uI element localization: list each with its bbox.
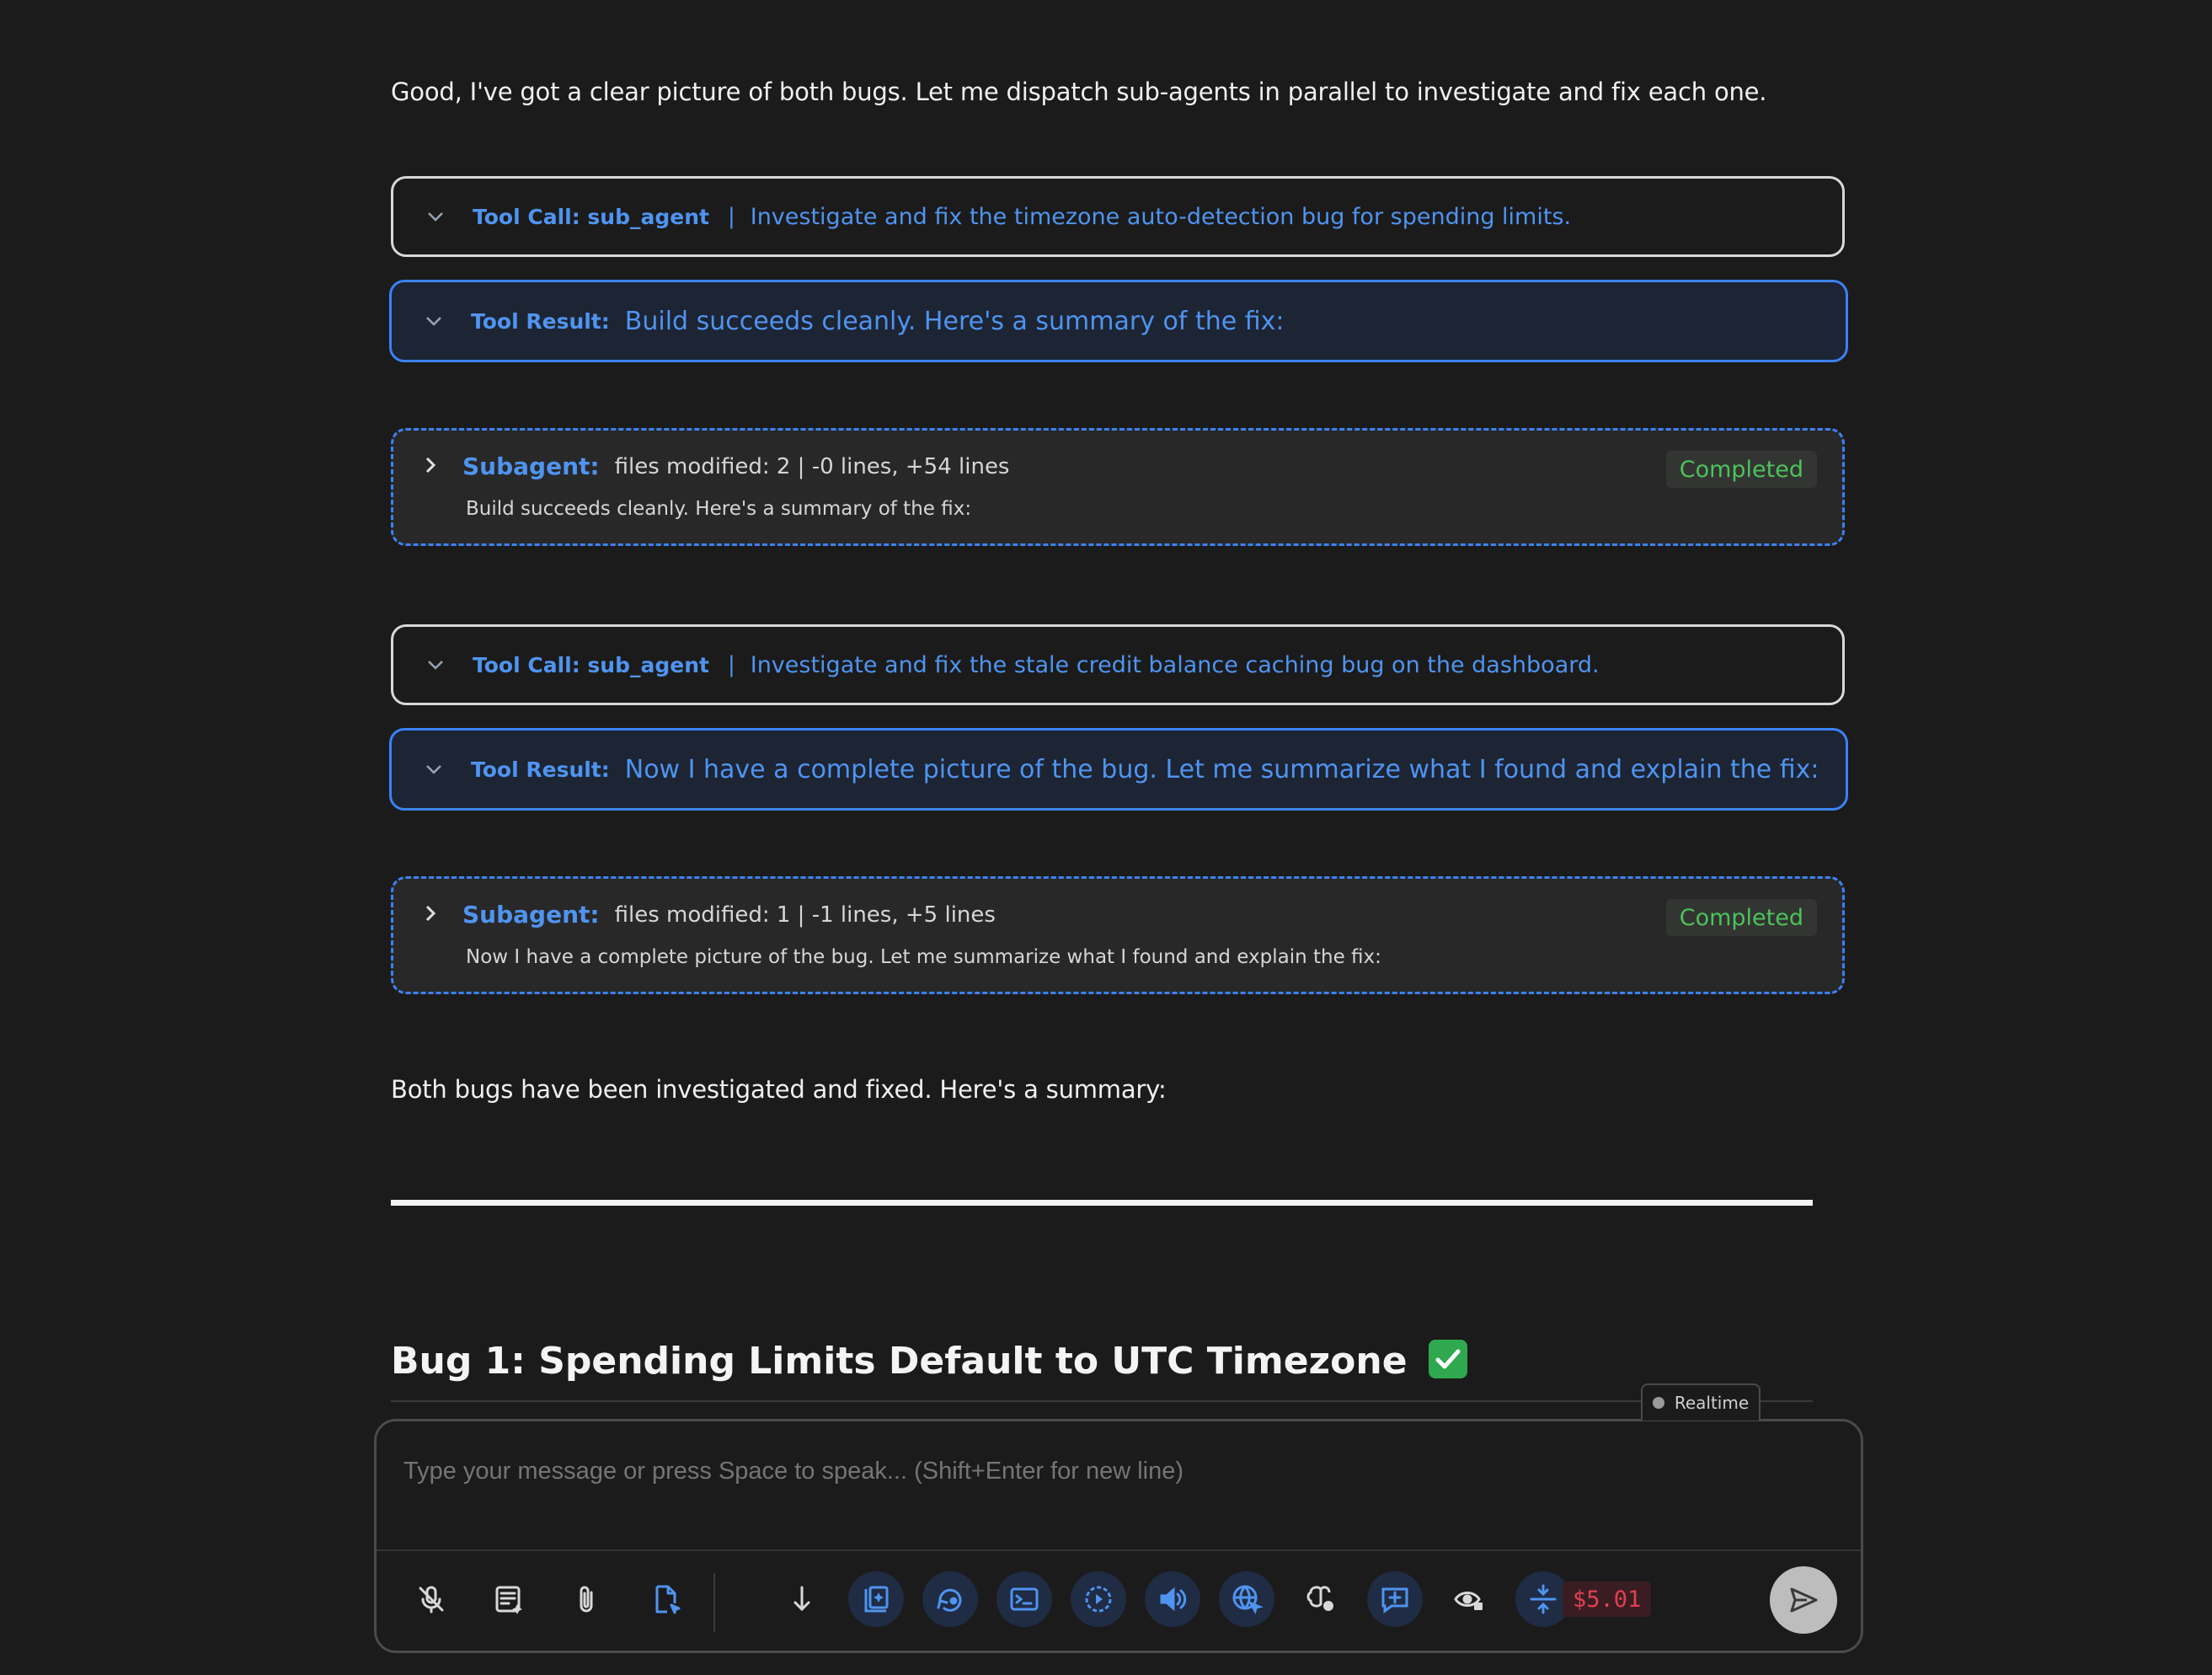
toolbar-divider — [377, 1549, 1861, 1551]
screen-record-icon[interactable] — [1071, 1571, 1126, 1627]
subagent-label: Subagent: — [462, 901, 600, 928]
intro-message: Good, I've got a clear picture of both b… — [391, 78, 1767, 106]
subagent-files-modified: files modified: 1 | -1 lines, +5 lines — [614, 902, 996, 928]
chevron-right-icon[interactable] — [424, 455, 437, 479]
text-enhance-icon[interactable] — [481, 1571, 537, 1627]
file-select-icon[interactable] — [638, 1571, 693, 1627]
subagent-summary: Build succeeds cleanly. Here's a summary… — [466, 498, 972, 520]
tool-call-separator: | — [727, 652, 735, 677]
globe-cursor-icon[interactable] — [1219, 1571, 1274, 1627]
subagent-files-modified: files modified: 2 | -0 lines, +54 lines — [614, 453, 1010, 479]
chevron-down-icon[interactable] — [422, 309, 446, 333]
status-dot-icon — [1652, 1397, 1664, 1409]
scroll-down-icon[interactable] — [774, 1571, 830, 1627]
chevron-down-icon[interactable] — [424, 205, 447, 228]
section-heading: Bug 1: Spending Limits Default to UTC Ti… — [391, 1340, 1467, 1383]
message-input[interactable] — [402, 1445, 1820, 1497]
chevron-right-icon[interactable] — [424, 903, 437, 927]
refresh-icon[interactable] — [922, 1571, 978, 1627]
message-composer: $5.01 — [374, 1419, 1863, 1653]
realtime-toggle[interactable]: Realtime — [1641, 1383, 1761, 1421]
paperclip-icon[interactable] — [558, 1571, 614, 1627]
tool-result-label: Tool Result: — [471, 757, 610, 782]
cost-badge: $5.01 — [1563, 1581, 1652, 1617]
subagent-summary: Now I have a complete picture of the bug… — [466, 946, 1381, 968]
status-badge: Completed — [1665, 899, 1817, 936]
mic-off-icon[interactable] — [403, 1571, 459, 1627]
realtime-label: Realtime — [1674, 1393, 1750, 1413]
heading-underline — [391, 1400, 1813, 1402]
send-button[interactable] — [1770, 1566, 1837, 1634]
subagent-label: Subagent: — [462, 452, 600, 480]
send-icon — [1790, 1587, 1818, 1613]
terminal-icon[interactable] — [996, 1571, 1052, 1627]
tool-result-card-2[interactable]: Tool Result: Now I have a complete pictu… — [389, 728, 1848, 811]
speaker-icon[interactable] — [1145, 1571, 1200, 1627]
chevron-down-icon[interactable] — [424, 653, 447, 677]
check-mark-icon — [1428, 1340, 1467, 1378]
tool-call-separator: | — [727, 204, 735, 229]
tool-call-description: Investigate and fix the stale credit bal… — [750, 651, 1600, 678]
tool-call-label: Tool Call: sub_agent — [473, 652, 709, 677]
message-plus-icon[interactable] — [1367, 1571, 1423, 1627]
section-heading-text: Bug 1: Spending Limits Default to UTC Ti… — [391, 1340, 1408, 1383]
tool-result-text: Now I have a complete picture of the bug… — [624, 754, 1819, 784]
summary-message: Both bugs have been investigated and fix… — [391, 1075, 1167, 1104]
tool-result-label: Tool Result: — [471, 308, 610, 334]
subagent-card-2[interactable]: Subagent: files modified: 1 | -1 lines, … — [391, 876, 1845, 994]
tool-call-card-1[interactable]: Tool Call: sub_agent | Investigate and f… — [391, 176, 1845, 257]
image-sparkle-icon[interactable] — [848, 1571, 904, 1627]
brain-icon[interactable] — [1293, 1571, 1349, 1627]
horizontal-rule — [391, 1200, 1813, 1206]
eye-lock-icon[interactable] — [1441, 1571, 1497, 1627]
subagent-card-1[interactable]: Subagent: files modified: 2 | -0 lines, … — [391, 428, 1845, 546]
tool-call-label: Tool Call: sub_agent — [473, 204, 709, 229]
status-badge: Completed — [1665, 451, 1817, 488]
toolbar-separator — [713, 1573, 715, 1632]
tool-result-card-1[interactable]: Tool Result: Build succeeds cleanly. Her… — [389, 280, 1848, 362]
tool-result-text: Build succeeds cleanly. Here's a summary… — [624, 306, 1285, 336]
chevron-down-icon[interactable] — [422, 757, 446, 781]
tool-call-description: Investigate and fix the timezone auto-de… — [750, 203, 1572, 230]
tool-call-card-2[interactable]: Tool Call: sub_agent | Investigate and f… — [391, 624, 1845, 705]
